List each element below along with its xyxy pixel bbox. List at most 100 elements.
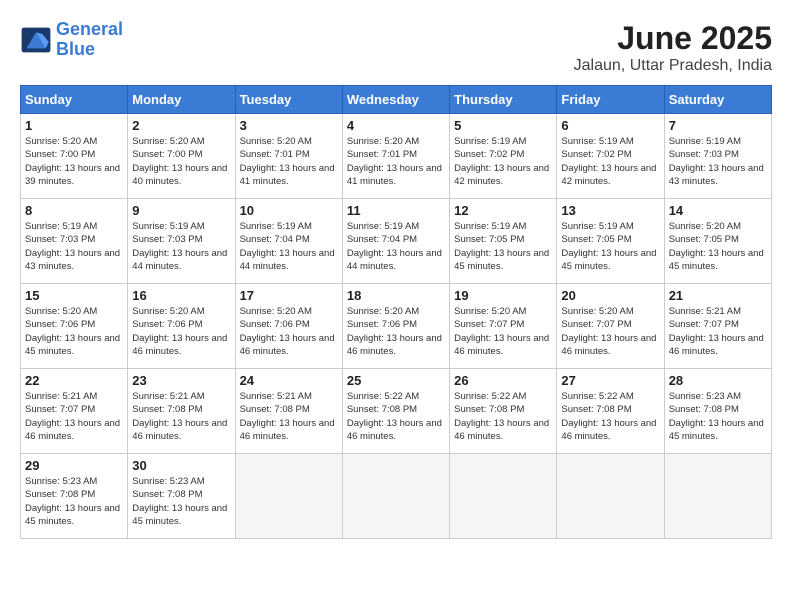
calendar-week-row: 8 Sunrise: 5:19 AM Sunset: 7:03 PM Dayli…	[21, 199, 772, 284]
day-info: Sunrise: 5:20 AM Sunset: 7:01 PM Dayligh…	[240, 135, 338, 188]
table-row: 7 Sunrise: 5:19 AM Sunset: 7:03 PM Dayli…	[664, 114, 771, 199]
day-number: 25	[347, 373, 445, 388]
table-row	[664, 454, 771, 539]
day-info: Sunrise: 5:19 AM Sunset: 7:04 PM Dayligh…	[240, 220, 338, 273]
table-row	[235, 454, 342, 539]
day-info: Sunrise: 5:23 AM Sunset: 7:08 PM Dayligh…	[132, 475, 230, 528]
day-info: Sunrise: 5:22 AM Sunset: 7:08 PM Dayligh…	[561, 390, 659, 443]
table-row: 4 Sunrise: 5:20 AM Sunset: 7:01 PM Dayli…	[342, 114, 449, 199]
day-number: 2	[132, 118, 230, 133]
day-info: Sunrise: 5:19 AM Sunset: 7:05 PM Dayligh…	[561, 220, 659, 273]
day-number: 1	[25, 118, 123, 133]
table-row: 14 Sunrise: 5:20 AM Sunset: 7:05 PM Dayl…	[664, 199, 771, 284]
day-number: 22	[25, 373, 123, 388]
table-row: 29 Sunrise: 5:23 AM Sunset: 7:08 PM Dayl…	[21, 454, 128, 539]
day-number: 14	[669, 203, 767, 218]
table-row: 21 Sunrise: 5:21 AM Sunset: 7:07 PM Dayl…	[664, 284, 771, 369]
header-saturday: Saturday	[664, 86, 771, 114]
day-info: Sunrise: 5:20 AM Sunset: 7:00 PM Dayligh…	[132, 135, 230, 188]
header-thursday: Thursday	[450, 86, 557, 114]
day-info: Sunrise: 5:20 AM Sunset: 7:06 PM Dayligh…	[240, 305, 338, 358]
header-sunday: Sunday	[21, 86, 128, 114]
table-row: 28 Sunrise: 5:23 AM Sunset: 7:08 PM Dayl…	[664, 369, 771, 454]
logo-text: General Blue	[56, 20, 123, 60]
month-title: June 2025	[574, 20, 772, 57]
table-row: 30 Sunrise: 5:23 AM Sunset: 7:08 PM Dayl…	[128, 454, 235, 539]
table-row: 15 Sunrise: 5:20 AM Sunset: 7:06 PM Dayl…	[21, 284, 128, 369]
day-info: Sunrise: 5:20 AM Sunset: 7:07 PM Dayligh…	[454, 305, 552, 358]
table-row: 27 Sunrise: 5:22 AM Sunset: 7:08 PM Dayl…	[557, 369, 664, 454]
table-row: 10 Sunrise: 5:19 AM Sunset: 7:04 PM Dayl…	[235, 199, 342, 284]
day-info: Sunrise: 5:22 AM Sunset: 7:08 PM Dayligh…	[347, 390, 445, 443]
day-number: 23	[132, 373, 230, 388]
day-info: Sunrise: 5:20 AM Sunset: 7:06 PM Dayligh…	[347, 305, 445, 358]
table-row: 9 Sunrise: 5:19 AM Sunset: 7:03 PM Dayli…	[128, 199, 235, 284]
table-row: 22 Sunrise: 5:21 AM Sunset: 7:07 PM Dayl…	[21, 369, 128, 454]
header-tuesday: Tuesday	[235, 86, 342, 114]
day-info: Sunrise: 5:23 AM Sunset: 7:08 PM Dayligh…	[25, 475, 123, 528]
day-info: Sunrise: 5:20 AM Sunset: 7:00 PM Dayligh…	[25, 135, 123, 188]
day-number: 5	[454, 118, 552, 133]
day-info: Sunrise: 5:19 AM Sunset: 7:04 PM Dayligh…	[347, 220, 445, 273]
calendar-header-row: Sunday Monday Tuesday Wednesday Thursday…	[21, 86, 772, 114]
header-friday: Friday	[557, 86, 664, 114]
day-number: 27	[561, 373, 659, 388]
table-row: 3 Sunrise: 5:20 AM Sunset: 7:01 PM Dayli…	[235, 114, 342, 199]
table-row	[342, 454, 449, 539]
day-info: Sunrise: 5:19 AM Sunset: 7:03 PM Dayligh…	[669, 135, 767, 188]
table-row: 18 Sunrise: 5:20 AM Sunset: 7:06 PM Dayl…	[342, 284, 449, 369]
day-info: Sunrise: 5:20 AM Sunset: 7:07 PM Dayligh…	[561, 305, 659, 358]
day-info: Sunrise: 5:21 AM Sunset: 7:08 PM Dayligh…	[240, 390, 338, 443]
header-wednesday: Wednesday	[342, 86, 449, 114]
table-row	[557, 454, 664, 539]
table-row: 23 Sunrise: 5:21 AM Sunset: 7:08 PM Dayl…	[128, 369, 235, 454]
table-row: 6 Sunrise: 5:19 AM Sunset: 7:02 PM Dayli…	[557, 114, 664, 199]
day-number: 17	[240, 288, 338, 303]
day-number: 10	[240, 203, 338, 218]
header-monday: Monday	[128, 86, 235, 114]
day-info: Sunrise: 5:19 AM Sunset: 7:02 PM Dayligh…	[561, 135, 659, 188]
table-row: 26 Sunrise: 5:22 AM Sunset: 7:08 PM Dayl…	[450, 369, 557, 454]
table-row: 8 Sunrise: 5:19 AM Sunset: 7:03 PM Dayli…	[21, 199, 128, 284]
day-number: 21	[669, 288, 767, 303]
table-row: 1 Sunrise: 5:20 AM Sunset: 7:00 PM Dayli…	[21, 114, 128, 199]
table-row: 24 Sunrise: 5:21 AM Sunset: 7:08 PM Dayl…	[235, 369, 342, 454]
day-number: 3	[240, 118, 338, 133]
day-info: Sunrise: 5:21 AM Sunset: 7:07 PM Dayligh…	[25, 390, 123, 443]
table-row: 25 Sunrise: 5:22 AM Sunset: 7:08 PM Dayl…	[342, 369, 449, 454]
day-number: 4	[347, 118, 445, 133]
day-info: Sunrise: 5:19 AM Sunset: 7:02 PM Dayligh…	[454, 135, 552, 188]
day-number: 9	[132, 203, 230, 218]
day-number: 30	[132, 458, 230, 473]
day-number: 19	[454, 288, 552, 303]
table-row: 13 Sunrise: 5:19 AM Sunset: 7:05 PM Dayl…	[557, 199, 664, 284]
day-number: 24	[240, 373, 338, 388]
location-title: Jalaun, Uttar Pradesh, India	[574, 57, 772, 75]
table-row: 12 Sunrise: 5:19 AM Sunset: 7:05 PM Dayl…	[450, 199, 557, 284]
table-row: 19 Sunrise: 5:20 AM Sunset: 7:07 PM Dayl…	[450, 284, 557, 369]
table-row: 5 Sunrise: 5:19 AM Sunset: 7:02 PM Dayli…	[450, 114, 557, 199]
day-number: 13	[561, 203, 659, 218]
logo-icon	[20, 26, 52, 54]
day-info: Sunrise: 5:20 AM Sunset: 7:05 PM Dayligh…	[669, 220, 767, 273]
calendar-week-row: 15 Sunrise: 5:20 AM Sunset: 7:06 PM Dayl…	[21, 284, 772, 369]
table-row	[450, 454, 557, 539]
day-info: Sunrise: 5:21 AM Sunset: 7:07 PM Dayligh…	[669, 305, 767, 358]
day-info: Sunrise: 5:23 AM Sunset: 7:08 PM Dayligh…	[669, 390, 767, 443]
day-info: Sunrise: 5:19 AM Sunset: 7:03 PM Dayligh…	[25, 220, 123, 273]
table-row: 11 Sunrise: 5:19 AM Sunset: 7:04 PM Dayl…	[342, 199, 449, 284]
title-area: June 2025 Jalaun, Uttar Pradesh, India	[574, 20, 772, 75]
day-number: 7	[669, 118, 767, 133]
page-header: General Blue June 2025 Jalaun, Uttar Pra…	[20, 20, 772, 75]
table-row: 16 Sunrise: 5:20 AM Sunset: 7:06 PM Dayl…	[128, 284, 235, 369]
day-info: Sunrise: 5:22 AM Sunset: 7:08 PM Dayligh…	[454, 390, 552, 443]
calendar-table: Sunday Monday Tuesday Wednesday Thursday…	[20, 85, 772, 539]
calendar-week-row: 22 Sunrise: 5:21 AM Sunset: 7:07 PM Dayl…	[21, 369, 772, 454]
day-number: 6	[561, 118, 659, 133]
day-number: 16	[132, 288, 230, 303]
day-info: Sunrise: 5:21 AM Sunset: 7:08 PM Dayligh…	[132, 390, 230, 443]
table-row: 20 Sunrise: 5:20 AM Sunset: 7:07 PM Dayl…	[557, 284, 664, 369]
day-info: Sunrise: 5:19 AM Sunset: 7:03 PM Dayligh…	[132, 220, 230, 273]
day-number: 15	[25, 288, 123, 303]
calendar-week-row: 29 Sunrise: 5:23 AM Sunset: 7:08 PM Dayl…	[21, 454, 772, 539]
